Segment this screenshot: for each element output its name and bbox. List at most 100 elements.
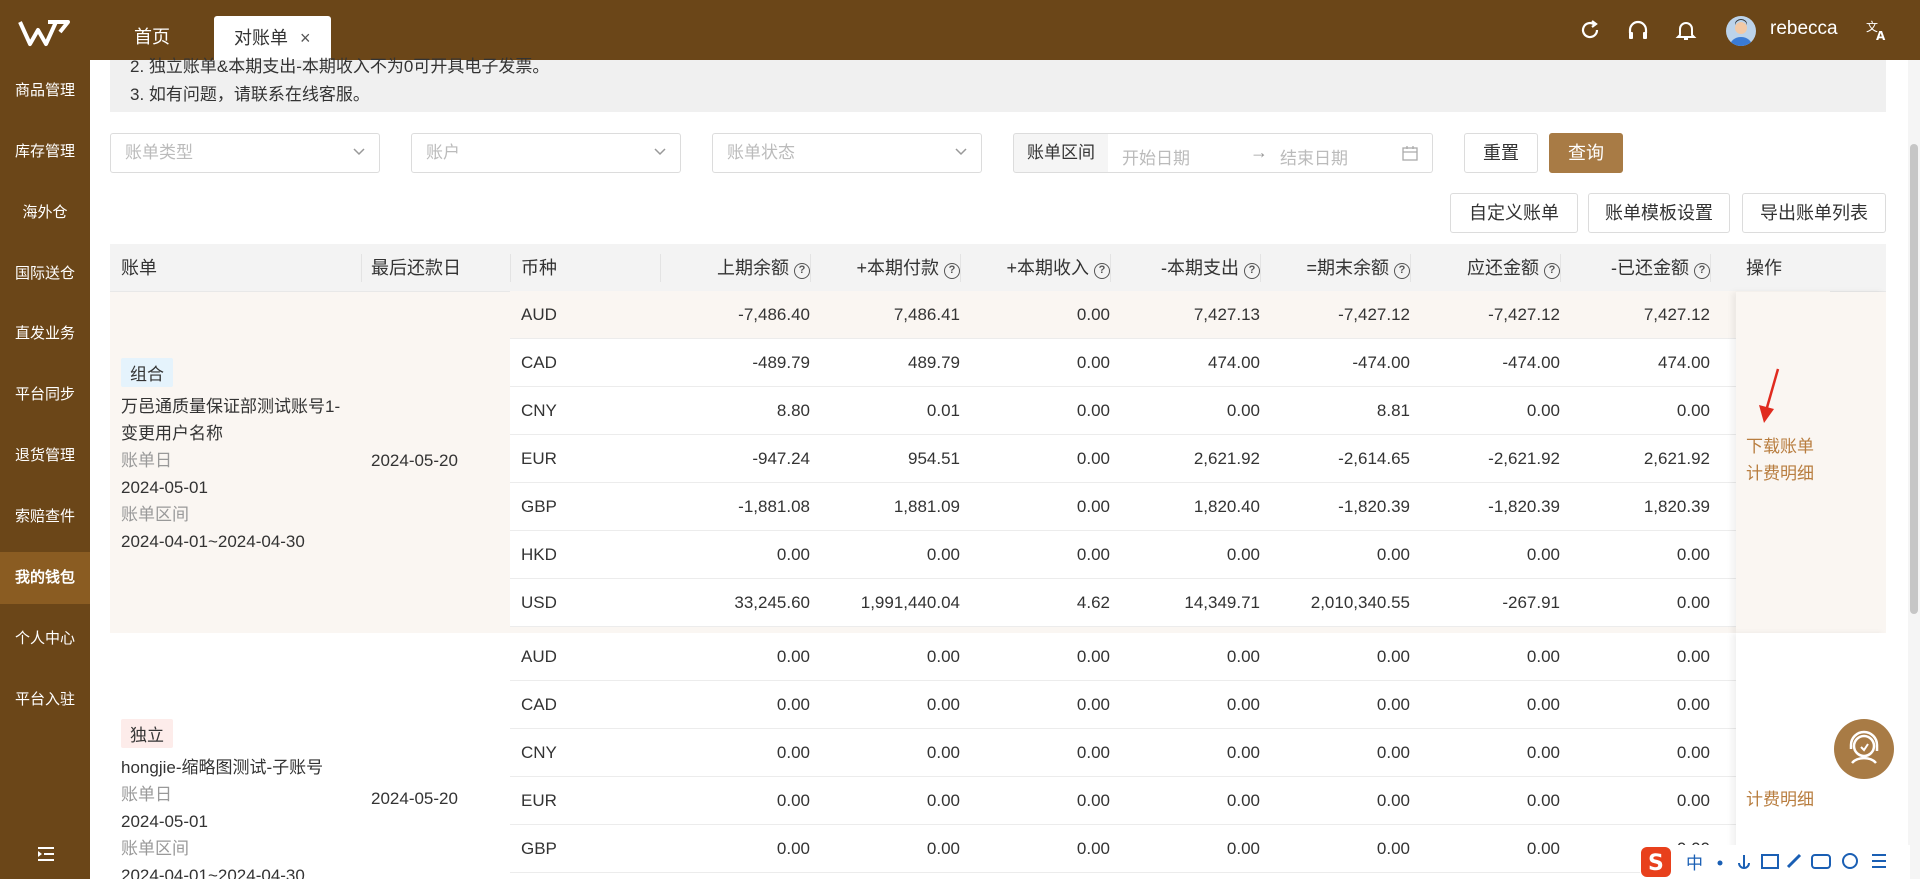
header-prev-balance-label: 上期余额 [717,258,789,278]
bill-template-settings-button[interactable]: 账单模板设置 [1588,193,1730,233]
table-row: EUR -947.24 954.51 0.00 2,621.92 -2,614.65 -2,… [510,435,1830,483]
amount-cell: 1,820.40 [1193,497,1260,516]
amount-cell: 0.00 [926,695,960,714]
bill-type-tag: 组合 [121,358,173,387]
sidebar-item-overseas-warehouse[interactable]: 海外仓 [0,190,90,236]
amount-cell: 0.00 [1226,647,1260,666]
amount-cell: 954.51 [908,449,960,468]
sidebar-item-platform-onboarding[interactable]: 平台入驻 [0,677,90,723]
svg-text:S: S [1648,851,1664,876]
help-icon[interactable]: ? [1544,263,1560,279]
collapse-menu-icon[interactable] [37,845,55,863]
download-bill-link[interactable]: 下载账单 [1746,433,1814,460]
customer-service-button[interactable] [1834,719,1894,779]
fee-details-link[interactable]: 计费明细 [1746,460,1814,487]
amount-cell: 0.00 [1526,839,1560,858]
header-income: +本期收入? [970,244,1110,292]
amount-cell: 0.00 [1376,545,1410,564]
amount-cell: 1,881.09 [893,497,960,516]
bill-range-label: 账单区间 [121,505,189,524]
ime-toolbar[interactable]: S 中 [1640,845,1910,879]
help-icon[interactable]: ? [794,263,810,279]
bill-type-select[interactable]: 账单类型 [110,133,380,173]
amount-cell: 0.00 [1526,791,1560,810]
amount-cell: 0.00 [926,743,960,762]
sidebar-item-platform-sync[interactable]: 平台同步 [0,372,90,418]
column-divider [810,254,811,282]
sidebar-item-products[interactable]: 商品管理 [0,68,90,114]
notice-line-2: 2. 独立账单&本期支出-本期收入不为0可开具电子发票。 [130,57,550,76]
avatar[interactable] [1726,16,1756,46]
amount-cell: 0.00 [1076,449,1110,468]
currency-cell: EUR [521,449,557,468]
scrollbar-thumb[interactable] [1910,144,1918,614]
amount-cell: 0.00 [1376,791,1410,810]
refresh-icon[interactable] [1578,18,1602,42]
page-scrollbar[interactable] [1908,60,1920,879]
bill-group-combined: 组合 万邑通质量保证部测试账号1- 变更用户名称 账单日 2024-05-01 … [110,291,1886,633]
header-expense-label: -本期支出 [1161,258,1239,278]
amount-cell: -2,614.65 [1338,449,1410,468]
headset-icon[interactable] [1626,18,1650,42]
amount-cell: 0.00 [1076,647,1110,666]
notice-panel: 2. 独立账单&本期支出-本期收入不为0可开具电子发票。 3. 如有问题，请联系… [110,57,1886,112]
amount-cell: 0.00 [1676,401,1710,420]
account-name: 万邑通质量保证部测试账号1- [121,397,341,416]
sidebar-item-direct-shipping[interactable]: 直发业务 [0,311,90,357]
start-date-input[interactable]: 开始日期 [1122,144,1190,169]
end-date-input[interactable]: 结束日期 [1280,144,1348,169]
brand-logo-icon[interactable] [18,18,70,48]
bell-icon[interactable] [1674,18,1698,42]
header-end-balance-label: =期末余额 [1306,258,1389,278]
help-icon[interactable]: ? [1394,263,1410,279]
calendar-icon[interactable] [1402,145,1418,161]
translate-icon[interactable]: 文 A [1865,18,1889,42]
column-divider [1410,254,1411,282]
bill-type-tag: 独立 [121,719,173,748]
bill-range-label: 账单区间 [1013,133,1109,173]
sidebar-item-personal-center[interactable]: 个人中心 [0,616,90,662]
bill-status-select[interactable]: 账单状态 [712,133,982,173]
amount-cell: 0.00 [1226,743,1260,762]
sidebar-item-inventory[interactable]: 库存管理 [0,129,90,175]
amount-cell: 489.79 [908,353,960,372]
amount-cell: -474.00 [1352,353,1410,372]
help-icon[interactable]: ? [1694,263,1710,279]
fee-details-link[interactable]: 计费明细 [1746,786,1814,813]
export-bill-list-button[interactable]: 导出账单列表 [1742,193,1886,233]
currency-cell: CAD [521,353,557,372]
amount-cell: 474.00 [1658,353,1710,372]
amount-cell: 0.00 [1376,839,1410,858]
sidebar-item-claims[interactable]: 索赔查件 [0,494,90,540]
amount-cell: 0.01 [926,401,960,420]
amount-cell: -489.79 [752,353,810,372]
sidebar-item-wallet[interactable]: 我的钱包 [0,552,90,604]
help-icon[interactable]: ? [944,263,960,279]
help-icon[interactable]: ? [1094,263,1110,279]
custom-bill-button[interactable]: 自定义账单 [1450,193,1578,233]
header-payable: 应还金额? [1420,244,1560,292]
amount-cell: 0.00 [776,695,810,714]
amount-cell: 0.00 [1076,695,1110,714]
reset-button[interactable]: 重置 [1464,133,1538,173]
amount-cell: 0.00 [1076,401,1110,420]
amount-cell: 1,991,440.04 [860,593,960,612]
close-tab-icon[interactable]: × [300,28,311,48]
username[interactable]: rebecca [1770,18,1838,40]
amount-cell: -474.00 [1502,353,1560,372]
amount-cell: 0.00 [1676,647,1710,666]
chevron-down-icon [654,148,666,156]
bill-date: 2024-05-01 [121,812,208,831]
help-icon[interactable]: ? [1244,263,1260,279]
search-button[interactable]: 查询 [1549,133,1623,173]
amount-cell: 0.00 [1076,839,1110,858]
table-row: AUD 0.00 0.00 0.00 0.00 0.00 0.00 0.00 [510,633,1830,681]
bill-range-picker[interactable]: 开始日期 → 结束日期 [1108,133,1433,173]
sidebar-item-returns[interactable]: 退货管理 [0,433,90,479]
amount-cell: 0.00 [1376,695,1410,714]
account-select[interactable]: 账户 [411,133,681,173]
amount-cell: 474.00 [1208,353,1260,372]
amount-cell: -1,881.08 [738,497,810,516]
amount-cell: 0.00 [1226,839,1260,858]
sidebar-item-intl-delivery[interactable]: 国际送仓 [0,251,90,297]
